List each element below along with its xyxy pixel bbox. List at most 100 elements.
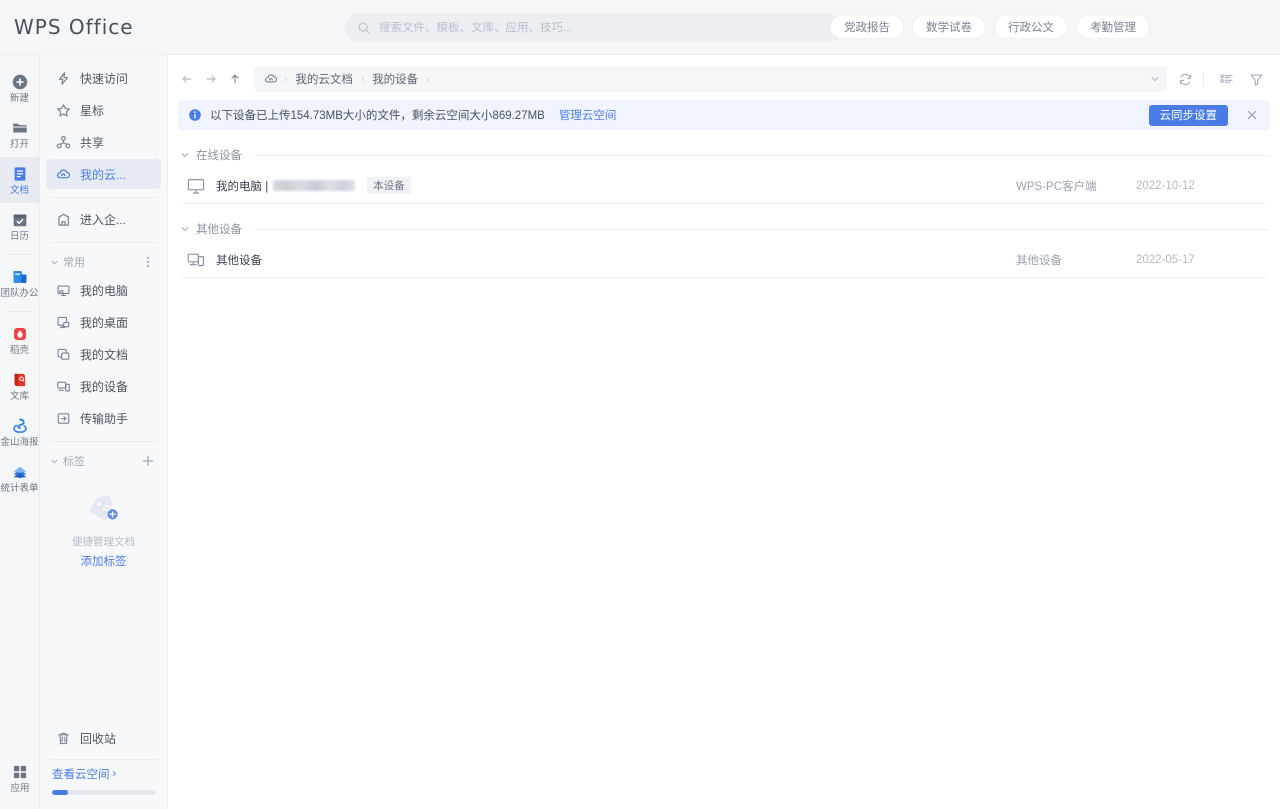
rail-item-team-office[interactable]: 团队办公	[0, 260, 40, 306]
back-button[interactable]	[176, 68, 198, 90]
banner-close-button[interactable]	[1242, 105, 1262, 125]
quick-link-2[interactable]: 行政公文	[994, 15, 1068, 39]
rail-item-form[interactable]: 统计表单	[0, 455, 40, 501]
sidebar-item-my-devices[interactable]: 我的设备	[46, 371, 161, 401]
monitor-icon	[187, 178, 205, 194]
quick-link-0[interactable]: 党政报告	[830, 15, 904, 39]
my-devices-icon	[57, 381, 70, 392]
arrow-right-icon	[206, 75, 216, 83]
sidebar-bottom: 回收站 查看云空间 ›	[40, 723, 168, 809]
sidebar-item-starred[interactable]: 星标	[46, 95, 161, 125]
sidebar-item-shared[interactable]: 共享	[46, 127, 161, 157]
sidebar-section-tags-label: 标签	[63, 456, 85, 468]
rail-label-new: 新建	[9, 92, 29, 104]
group-header-other-devices[interactable]: 其他设备	[180, 216, 1268, 242]
breadcrumb-sep-0: ›	[284, 73, 288, 85]
quick-link-1[interactable]: 数学试卷	[912, 15, 986, 39]
cloud-space-progress	[52, 790, 156, 795]
rail-item-docer[interactable]: 稻壳	[0, 317, 40, 363]
rail-item-poster[interactable]: 金山海报	[0, 409, 40, 455]
top-bar: WPS Office 党政报告 数学试卷 行政公文 考勤管理	[0, 0, 1280, 55]
sidebar-label-recycle-bin: 回收站	[80, 731, 117, 746]
device-name-text: 其他设备	[216, 254, 262, 267]
trash-icon	[58, 732, 69, 744]
rail-item-calendar[interactable]: 日历	[0, 203, 40, 249]
group-rule	[254, 154, 1268, 156]
window-body: 新建 打开 文档 日历 团队办公 稻壳 文库 金山海报 统计表单 应用 快速访问…	[0, 55, 1280, 809]
refresh-button[interactable]	[1173, 67, 1197, 91]
sidebar-divider-1	[50, 197, 157, 198]
rail-item-open[interactable]: 打开	[0, 111, 40, 157]
sidebar-item-quick-access[interactable]: 快速访问	[46, 63, 161, 93]
search-input[interactable]	[379, 21, 830, 34]
folder-open-icon	[12, 123, 27, 133]
breadcrumb[interactable]: › 我的云文档 › 我的设备 ›	[254, 66, 1167, 92]
sidebar-item-my-desktop[interactable]: 我的桌面	[46, 307, 161, 337]
enterprise-icon	[58, 213, 69, 226]
transfer-icon	[57, 412, 70, 424]
breadcrumb-item-0[interactable]: 我的云文档	[291, 69, 357, 89]
more-vertical-icon[interactable]	[141, 255, 155, 269]
main-content: › 我的云文档 › 我的设备 › 以下设备已上传154.73MB大小的文件，剩余…	[168, 55, 1280, 809]
forward-button[interactable]	[200, 68, 222, 90]
team-office-icon	[13, 270, 26, 283]
sidebar-item-my-cloud[interactable]: 我的云...	[46, 159, 161, 189]
sidebar-item-enterprise[interactable]: 进入企...	[46, 204, 161, 234]
device-name: 其他设备	[216, 252, 262, 268]
app-logo: WPS Office	[14, 15, 134, 39]
sidebar-item-transfer[interactable]: 传输助手	[46, 403, 161, 433]
sidebar-section-common-label: 常用	[63, 257, 85, 269]
device-name-text: 我的电脑 |	[216, 180, 269, 193]
document-icon	[14, 167, 25, 181]
rail-item-new[interactable]: 新建	[0, 65, 40, 111]
refresh-icon	[1179, 73, 1191, 85]
filter-icon	[1249, 73, 1263, 86]
device-name: 我的电脑 | 本设备	[216, 177, 411, 194]
group-header-online-devices[interactable]: 在线设备	[180, 142, 1268, 168]
quick-link-3[interactable]: 考勤管理	[1076, 15, 1150, 39]
sidebar-section-common[interactable]: 常用	[40, 249, 167, 275]
sidebar-item-my-documents[interactable]: 我的文档	[46, 339, 161, 369]
tag-illustration-icon	[88, 495, 118, 521]
rail-label-apps: 应用	[10, 782, 30, 794]
arrow-left-icon	[182, 75, 192, 83]
chevron-down-icon	[51, 459, 58, 463]
sidebar-label-enterprise: 进入企...	[80, 212, 127, 227]
breadcrumb-cloud-icon[interactable]	[264, 72, 278, 86]
up-button[interactable]	[224, 68, 246, 90]
view-cloud-space-link[interactable]: 查看云空间 ›	[40, 766, 168, 782]
filter-button[interactable]	[1244, 67, 1268, 91]
breadcrumb-item-1[interactable]: 我的设备	[368, 69, 422, 89]
sidebar-label-quick-access: 快速访问	[80, 71, 129, 86]
manage-cloud-space-link[interactable]: 管理云空间	[559, 107, 617, 123]
list-view-icon	[1219, 73, 1233, 83]
rail-label-open: 打开	[9, 138, 29, 150]
rail-label-poster: 金山海报	[0, 436, 39, 448]
breadcrumb-dropdown-button[interactable]	[1149, 73, 1161, 85]
rail-item-apps[interactable]: 应用	[0, 755, 40, 801]
table-row[interactable]: 我的电脑 | 本设备 WPS-PC客户端 2022-10-12	[180, 168, 1268, 204]
rail-label-calendar: 日历	[9, 230, 29, 242]
sidebar-label-shared: 共享	[80, 135, 105, 150]
rail-item-library[interactable]: 文库	[0, 363, 40, 409]
sidebar-section-tags[interactable]: 标签	[40, 448, 167, 474]
view-mode-button[interactable]	[1214, 67, 1238, 91]
cloud-sync-settings-button[interactable]: 云同步设置	[1148, 104, 1228, 126]
breadcrumb-sep-1: ›	[360, 73, 365, 85]
sidebar-item-recycle-bin[interactable]: 回收站	[46, 723, 162, 753]
my-computer-icon	[57, 284, 70, 296]
global-search[interactable]	[345, 13, 842, 42]
table-row[interactable]: 其他设备 其他设备 2022-05-17	[180, 242, 1268, 278]
sidebar-item-my-computer[interactable]: 我的电脑	[46, 275, 161, 305]
rail-item-documents[interactable]: 文档	[0, 157, 40, 203]
calendar-icon	[13, 214, 26, 227]
row-inner: 其他设备 其他设备 2022-05-17	[216, 242, 1268, 277]
plus-icon[interactable]	[141, 454, 155, 468]
device-date: 2022-05-17	[1136, 253, 1195, 266]
sidebar-divider-3	[50, 441, 157, 442]
cloud-space-banner: 以下设备已上传154.73MB大小的文件，剩余云空间大小869.27MB 管理云…	[178, 100, 1270, 130]
row-inner: 我的电脑 | 本设备 WPS-PC客户端 2022-10-12	[216, 168, 1268, 203]
add-tag-link[interactable]: 添加标签	[81, 553, 127, 569]
sidebar: 快速访问 星标 共享 我的云... 进入企... 常用 我的电脑 我的桌面 我的…	[40, 55, 168, 809]
group-rule	[254, 228, 1268, 230]
